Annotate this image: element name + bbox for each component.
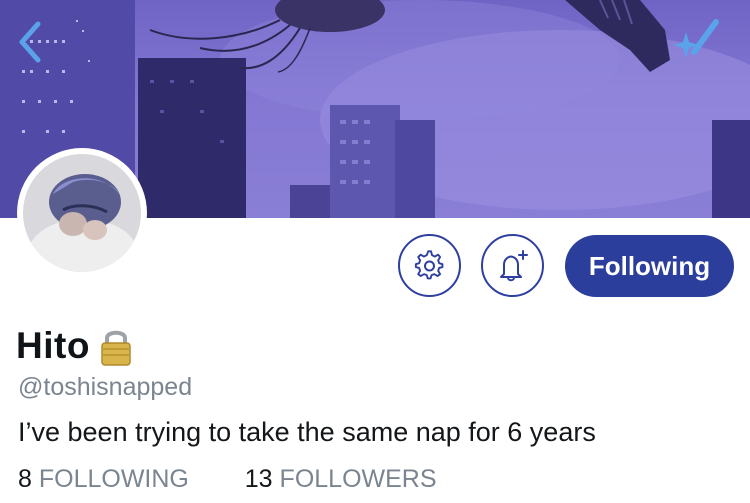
chevron-left-icon [19,21,41,63]
sparkle-icon [673,19,719,58]
lock-icon [101,330,131,366]
profile-bio: I’ve been trying to take the same nap fo… [18,417,596,447]
following-label: FOLLOWING [38,465,189,493]
display-name: Hito [16,325,90,366]
followers-label: FOLLOWERS [279,465,437,493]
followers-count: 13 [244,465,273,493]
settings-button[interactable] [398,234,461,297]
profile-stats: 8 FOLLOWING 13 FOLLOWERS [18,465,437,494]
notifications-button[interactable] [481,234,544,297]
user-handle: @toshisnapped [18,373,193,401]
following-count: 8 [18,465,32,493]
sparkle-button[interactable] [664,14,724,66]
gear-icon [414,249,443,279]
following-button[interactable]: Following [565,235,734,297]
bell-plus-icon [499,249,528,281]
avatar[interactable] [17,148,147,278]
following-stat[interactable]: 8 FOLLOWING [18,465,196,493]
avatar-image [23,154,141,272]
profile-name-row: Hito [16,322,138,370]
followers-stat[interactable]: 13 FOLLOWERS [245,465,437,493]
back-button[interactable] [10,18,52,66]
